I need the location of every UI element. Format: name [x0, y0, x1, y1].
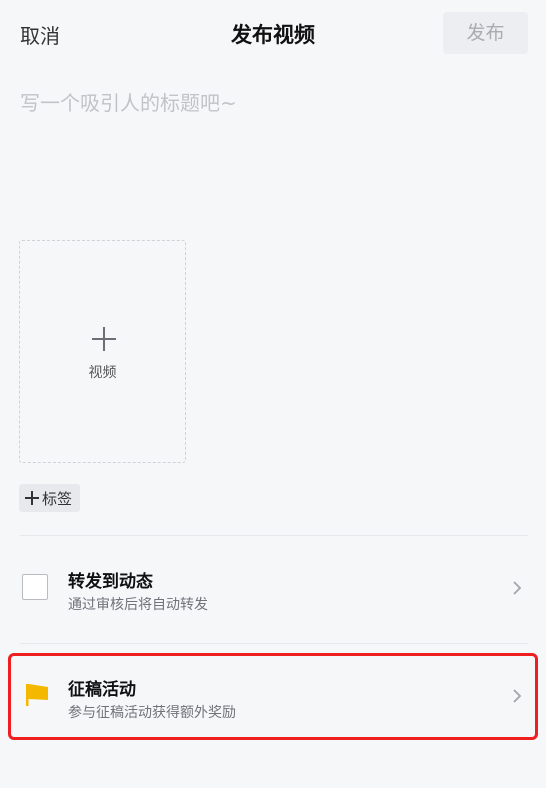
chevron-right-icon [513, 581, 522, 595]
title-input[interactable] [20, 86, 520, 120]
divider [20, 643, 528, 644]
repost-option-row[interactable]: 转发到动态 通过审核后将自动转发 [10, 549, 538, 629]
video-upload-box[interactable]: 视频 [19, 240, 186, 463]
plus-icon [25, 491, 39, 505]
repost-checkbox[interactable] [22, 574, 48, 600]
top-bar: 取消 发布视频 发布 [0, 0, 546, 68]
divider [20, 535, 528, 536]
publish-button[interactable]: 发布 [443, 12, 528, 54]
video-upload-label: 视频 [88, 365, 117, 381]
add-tag-label: 标签 [42, 489, 73, 508]
highlight-annotation-box [8, 653, 538, 740]
plus-icon [92, 327, 116, 351]
repost-option-subtitle: 通过审核后将自动转发 [68, 597, 208, 613]
add-tag-button[interactable]: 标签 [19, 484, 81, 512]
repost-option-title: 转发到动态 [68, 572, 153, 592]
